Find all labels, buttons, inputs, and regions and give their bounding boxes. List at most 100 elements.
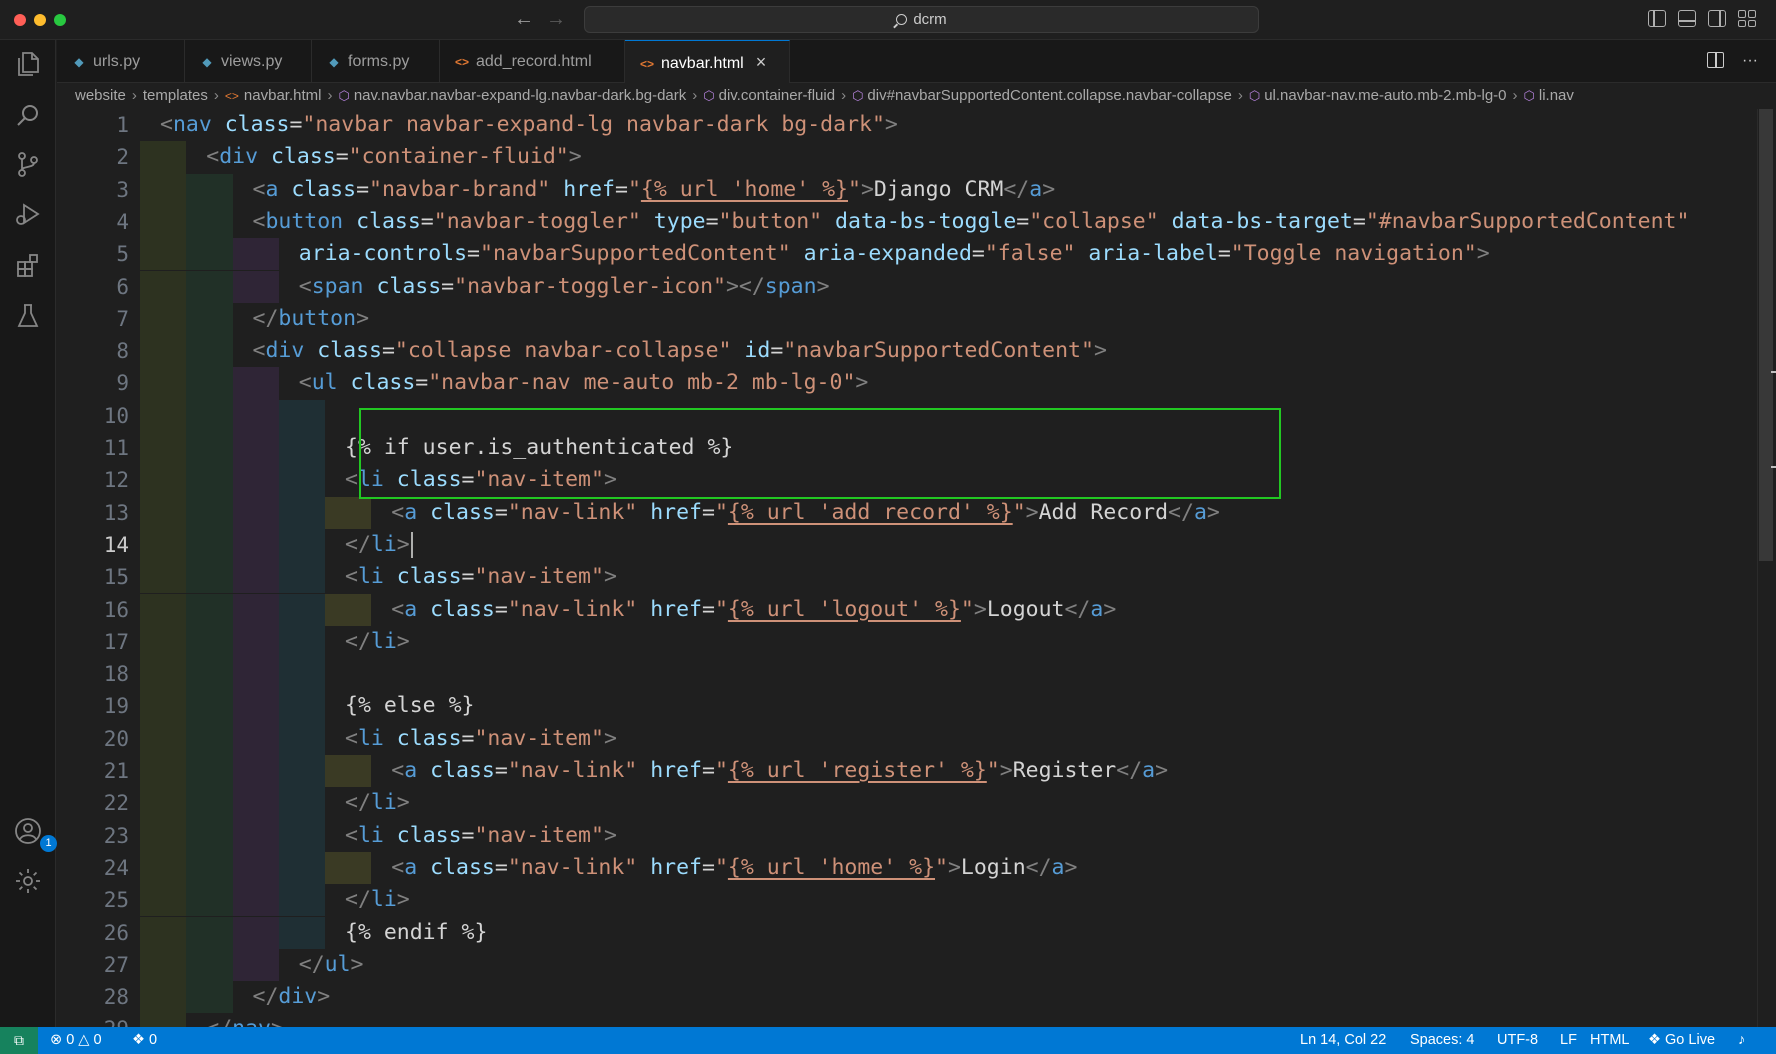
problems-indicator[interactable]: ⊗ 0 △ 0: [50, 1027, 102, 1054]
code-line[interactable]: 28 </div>: [57, 981, 1757, 1014]
code-line[interactable]: 14 </li>: [57, 528, 1757, 562]
line-number[interactable]: 1: [57, 109, 129, 141]
toggle-secondary-sidebar-icon[interactable]: [1708, 10, 1726, 27]
forward-arrow-icon[interactable]: →: [546, 8, 566, 31]
line-number[interactable]: 27: [57, 949, 129, 981]
tab-add-record-html[interactable]: <> add_record.html: [440, 40, 625, 83]
toggle-panel-icon[interactable]: [1678, 10, 1696, 27]
code-line[interactable]: 16 <a class="nav-link" href="{% url 'logo…: [57, 593, 1757, 626]
command-center-search[interactable]: dcrm: [584, 6, 1259, 33]
line-number[interactable]: 14: [57, 529, 129, 561]
ports-indicator[interactable]: ❖ 0: [132, 1027, 157, 1054]
tab-forms-py[interactable]: ◆ forms.py: [312, 40, 440, 83]
line-number[interactable]: 10: [57, 400, 129, 432]
line-number[interactable]: 19: [57, 690, 129, 722]
line-number[interactable]: 26: [57, 917, 129, 949]
code-line[interactable]: 5 aria-controls="navbarSupportedContent" …: [57, 238, 1757, 271]
code-line[interactable]: 7 </button>: [57, 302, 1757, 336]
code-line[interactable]: 26 {% endif %}: [57, 916, 1757, 949]
back-arrow-icon[interactable]: ←: [514, 8, 534, 31]
line-number[interactable]: 16: [57, 594, 129, 626]
breadcrumb-item[interactable]: templates: [143, 87, 208, 104]
customize-layout-icon[interactable]: [1738, 10, 1756, 27]
breadcrumb-item[interactable]: div.container-fluid: [719, 87, 835, 104]
breadcrumb-item[interactable]: div#navbarSupportedContent.collapse.navb…: [867, 87, 1231, 104]
line-number[interactable]: 9: [57, 367, 129, 399]
line-number[interactable]: 18: [57, 658, 129, 690]
code-line[interactable]: 20 <li class="nav-item">: [57, 722, 1757, 755]
testing-icon[interactable]: [12, 300, 44, 332]
code-line[interactable]: 15 <li class="nav-item">: [57, 561, 1757, 594]
extensions-icon[interactable]: [12, 250, 44, 282]
remote-indicator-icon[interactable]: ⧉: [0, 1027, 38, 1054]
line-number[interactable]: 2: [57, 141, 129, 173]
code-line[interactable]: 4 <button class="navbar-toggler" type="bu…: [57, 205, 1757, 239]
code-line[interactable]: 25 </li>: [57, 884, 1757, 917]
line-number[interactable]: 29: [57, 1013, 129, 1027]
tab-views-py[interactable]: ◆ views.py: [185, 40, 312, 83]
code-line[interactable]: 18: [57, 658, 1757, 691]
indentation[interactable]: Spaces: 4: [1410, 1027, 1475, 1054]
code-editor[interactable]: 1 <nav class="navbar navbar-expand-lg nav…: [57, 109, 1757, 1027]
breadcrumb-item[interactable]: navbar.html: [244, 87, 322, 104]
code-line[interactable]: 29 </nav>: [57, 1013, 1757, 1027]
line-number[interactable]: 22: [57, 787, 129, 819]
source-control-icon[interactable]: [12, 148, 44, 180]
gear-icon[interactable]: [12, 865, 44, 897]
scrollbar-thumb[interactable]: [1759, 109, 1773, 561]
language-mode[interactable]: HTML: [1590, 1027, 1629, 1054]
code-line[interactable]: 6 <span class="navbar-toggler-icon"></spa…: [57, 270, 1757, 303]
accounts-icon[interactable]: 1: [12, 815, 57, 852]
code-line[interactable]: 27 </ul>: [57, 948, 1757, 982]
line-number[interactable]: 15: [57, 561, 129, 593]
tab-navbar-html[interactable]: <> navbar.html ×: [625, 40, 790, 83]
line-number[interactable]: 17: [57, 626, 129, 658]
line-number[interactable]: 4: [57, 206, 129, 238]
line-number[interactable]: 13: [57, 497, 129, 529]
code-line[interactable]: 22 </li>: [57, 787, 1757, 820]
cursor-position[interactable]: Ln 14, Col 22: [1300, 1027, 1386, 1054]
code-line[interactable]: 3 <a class="navbar-brand" href="{% url 'h…: [57, 173, 1757, 206]
line-number[interactable]: 12: [57, 464, 129, 496]
line-number[interactable]: 24: [57, 852, 129, 884]
minimize-window-button[interactable]: [34, 14, 46, 26]
line-number[interactable]: 7: [57, 303, 129, 335]
code-line[interactable]: 8 <div class="collapse navbar-collapse" i…: [57, 335, 1757, 368]
breadcrumb-item[interactable]: website: [75, 87, 126, 104]
maximize-window-button[interactable]: [54, 14, 66, 26]
code-line[interactable]: 24 <a class="nav-link" href="{% url 'home…: [57, 851, 1757, 885]
line-number[interactable]: 11: [57, 432, 129, 464]
notifications-bell-icon[interactable]: ♪: [1738, 1027, 1745, 1054]
breadcrumb-item[interactable]: li.nav: [1539, 87, 1574, 104]
line-number[interactable]: 20: [57, 723, 129, 755]
line-number[interactable]: 3: [57, 174, 129, 206]
go-live-button[interactable]: ❖ Go Live: [1648, 1027, 1715, 1054]
line-number[interactable]: 6: [57, 271, 129, 303]
close-icon[interactable]: ×: [756, 52, 767, 72]
explorer-icon[interactable]: [12, 48, 44, 80]
search-icon[interactable]: [12, 100, 44, 132]
vertical-scrollbar[interactable]: [1757, 109, 1776, 1027]
split-editor-icon[interactable]: [1707, 52, 1725, 68]
run-debug-icon[interactable]: [12, 198, 44, 230]
breadcrumb-item[interactable]: nav.navbar.navbar-expand-lg.navbar-dark.…: [354, 87, 686, 104]
line-number[interactable]: 5: [57, 238, 129, 270]
line-number[interactable]: 23: [57, 820, 129, 852]
code-line[interactable]: 23 <li class="nav-item">: [57, 819, 1757, 852]
code-line[interactable]: 2 <div class="container-fluid">: [57, 141, 1757, 174]
code-line[interactable]: 13 <a class="nav-link" href="{% url 'add_…: [57, 496, 1757, 529]
toggle-primary-sidebar-icon[interactable]: [1648, 10, 1666, 27]
more-actions-icon[interactable]: ···: [1742, 52, 1758, 70]
encoding[interactable]: UTF-8: [1497, 1027, 1538, 1054]
code-line[interactable]: 1 <nav class="navbar navbar-expand-lg nav…: [57, 109, 1757, 141]
end-of-line[interactable]: LF: [1560, 1027, 1577, 1054]
tab-urls-py[interactable]: ◆ urls.py: [57, 40, 185, 83]
code-line[interactable]: 17 </li>: [57, 625, 1757, 659]
breadcrumb-item[interactable]: ul.navbar-nav.me-auto.mb-2.mb-lg-0: [1264, 87, 1506, 104]
code-line[interactable]: 9 <ul class="navbar-nav me-auto mb-2 mb-l…: [57, 367, 1757, 400]
line-number[interactable]: 28: [57, 981, 129, 1013]
code-line[interactable]: 19 {% else %}: [57, 690, 1757, 723]
close-window-button[interactable]: [14, 14, 26, 26]
line-number[interactable]: 8: [57, 335, 129, 367]
line-number[interactable]: 25: [57, 884, 129, 916]
